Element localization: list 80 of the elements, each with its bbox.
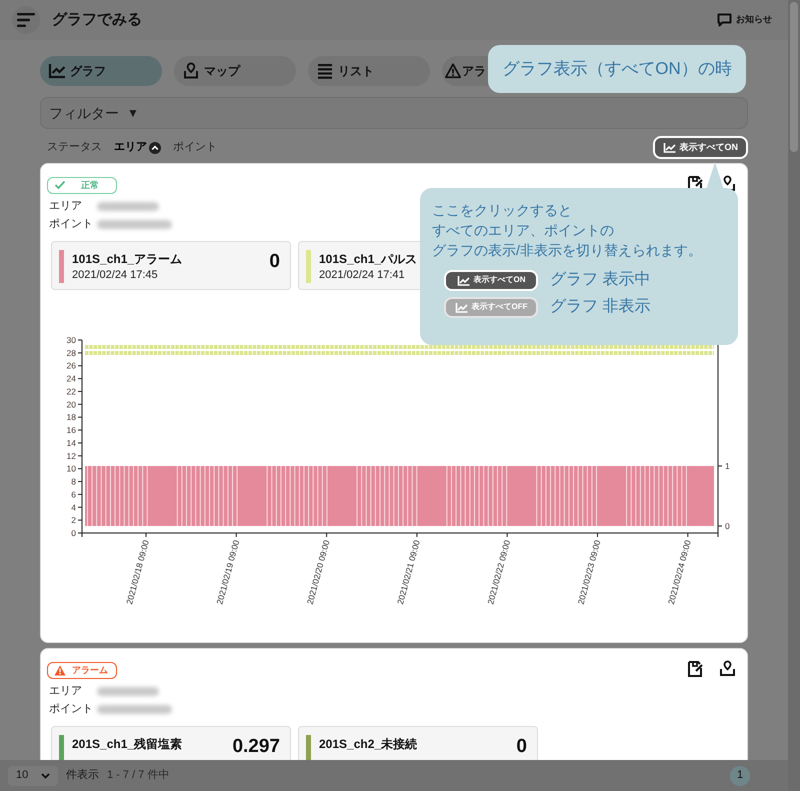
legend-label: グラフ 表示中 xyxy=(550,270,650,290)
page-title: グラフでみる xyxy=(52,10,142,30)
sensor-value: 0 xyxy=(516,735,527,759)
axis-tick-label: 10 xyxy=(66,464,76,474)
field-label: エリア xyxy=(49,198,83,214)
warning-icon xyxy=(445,62,461,80)
sensor-card[interactable]: 201S_ch2_未接続 0 xyxy=(298,726,538,760)
line-chart-icon xyxy=(454,302,468,312)
sensor-name: 201S_ch2_未接続 xyxy=(319,736,418,753)
check-icon xyxy=(54,180,66,191)
tooltip-text-line: ここをクリックすると xyxy=(432,201,573,220)
axis-tick-label: 26 xyxy=(66,360,76,371)
tab[interactable]: グラフ xyxy=(40,56,162,86)
menu-icon xyxy=(17,13,35,27)
axis-tick-label: 28 xyxy=(66,348,76,358)
page-size-select[interactable]: 10 xyxy=(8,766,58,786)
message-icon[interactable] xyxy=(717,13,732,27)
toggle-button-sample: 表示すべてOFF xyxy=(444,296,538,318)
page-size-label: 件表示 xyxy=(66,768,99,784)
axis-tick-label: 12 xyxy=(66,450,76,461)
menu-button[interactable] xyxy=(12,6,40,34)
sensor-name: 101S_ch1_パルス xyxy=(319,251,418,268)
sensor-time: 2021/02/24 17:41 xyxy=(319,268,406,283)
axis-tick-label: 20 xyxy=(66,399,76,410)
page-button[interactable]: 1 xyxy=(730,766,750,786)
notice-link[interactable]: お知らせ xyxy=(736,13,772,27)
sensor-value: 0 xyxy=(269,250,280,274)
sort-option[interactable]: ポイント xyxy=(173,139,217,156)
sort-option[interactable]: エリア xyxy=(114,139,161,156)
line-chart-icon xyxy=(48,62,66,80)
sensor-value: 0.297 xyxy=(232,735,280,759)
warning-icon xyxy=(54,665,66,676)
filter-bar[interactable]: フィルター ▼ xyxy=(40,97,748,129)
axis-tick-label: 4 xyxy=(71,502,76,512)
tab[interactable]: リスト xyxy=(308,56,430,86)
axis-tick-label: 14 xyxy=(66,438,76,448)
axis-tick-label: 18 xyxy=(66,412,76,422)
range-text: 1 - 7 / 7 件中 xyxy=(107,768,170,784)
caret-up-icon xyxy=(149,142,161,154)
sensor-name: 201S_ch1_残留塩素 xyxy=(72,736,182,753)
redacted-value xyxy=(97,686,159,696)
map-pin-icon xyxy=(182,62,200,80)
field-label: ポイント xyxy=(49,216,94,232)
toggle-button-sample: 表示すべてON xyxy=(444,270,538,290)
axis-tick-label: 0 xyxy=(725,521,730,531)
scrollbar-thumb[interactable] xyxy=(790,2,798,152)
axis-tick-label: 2 xyxy=(71,515,76,526)
axis-tick-label: 0 xyxy=(71,528,76,538)
chevron-down-icon xyxy=(41,772,50,778)
axis-tick-label: 24 xyxy=(66,374,76,384)
axis-tick-label: 6 xyxy=(71,489,76,500)
help-tooltip: グラフ表示（すべてON）の時 xyxy=(488,45,746,93)
line-chart-icon xyxy=(662,142,676,153)
tooltip-text-line: すべてのエリア、ポイントの xyxy=(432,221,615,240)
sort-option[interactable]: ステータス xyxy=(47,139,102,156)
map-pin-icon[interactable] xyxy=(719,660,736,677)
axis-tick-label: 16 xyxy=(66,425,76,436)
tab[interactable]: マップ xyxy=(174,56,296,86)
filter-label: フィルター xyxy=(49,104,119,122)
legend-label: グラフ 非表示 xyxy=(550,296,650,317)
sensor-card[interactable]: 201S_ch1_残留塩素 0.297 xyxy=(51,726,291,760)
list-icon xyxy=(316,62,334,80)
line-chart-icon xyxy=(456,274,470,286)
filter-indicator-label: ▼ xyxy=(127,105,139,122)
scrollbar[interactable] xyxy=(788,0,800,791)
status-badge: 正常 xyxy=(47,177,117,194)
show-all-toggle-button[interactable]: 表示すべてON xyxy=(652,136,748,159)
field-label: エリア xyxy=(49,684,83,699)
axis-tick-label: 8 xyxy=(71,476,76,487)
tab[interactable]: アラ xyxy=(442,56,489,86)
status-badge: アラーム xyxy=(47,662,117,679)
note-edit-icon[interactable] xyxy=(687,660,704,677)
field-label: ポイント xyxy=(49,702,94,717)
redacted-value xyxy=(97,202,159,210)
axis-tick-label: 22 xyxy=(66,386,76,396)
sensor-time: 2021/02/24 17:45 xyxy=(72,268,159,283)
axis-tick-label: 1 xyxy=(725,461,730,471)
axis-tick-label: 30 xyxy=(66,335,76,345)
sensor-name: 101S_ch1_アラーム xyxy=(72,251,182,268)
sensor-card[interactable]: 101S_ch1_アラーム 2021/02/24 17:45 0 xyxy=(51,241,291,290)
